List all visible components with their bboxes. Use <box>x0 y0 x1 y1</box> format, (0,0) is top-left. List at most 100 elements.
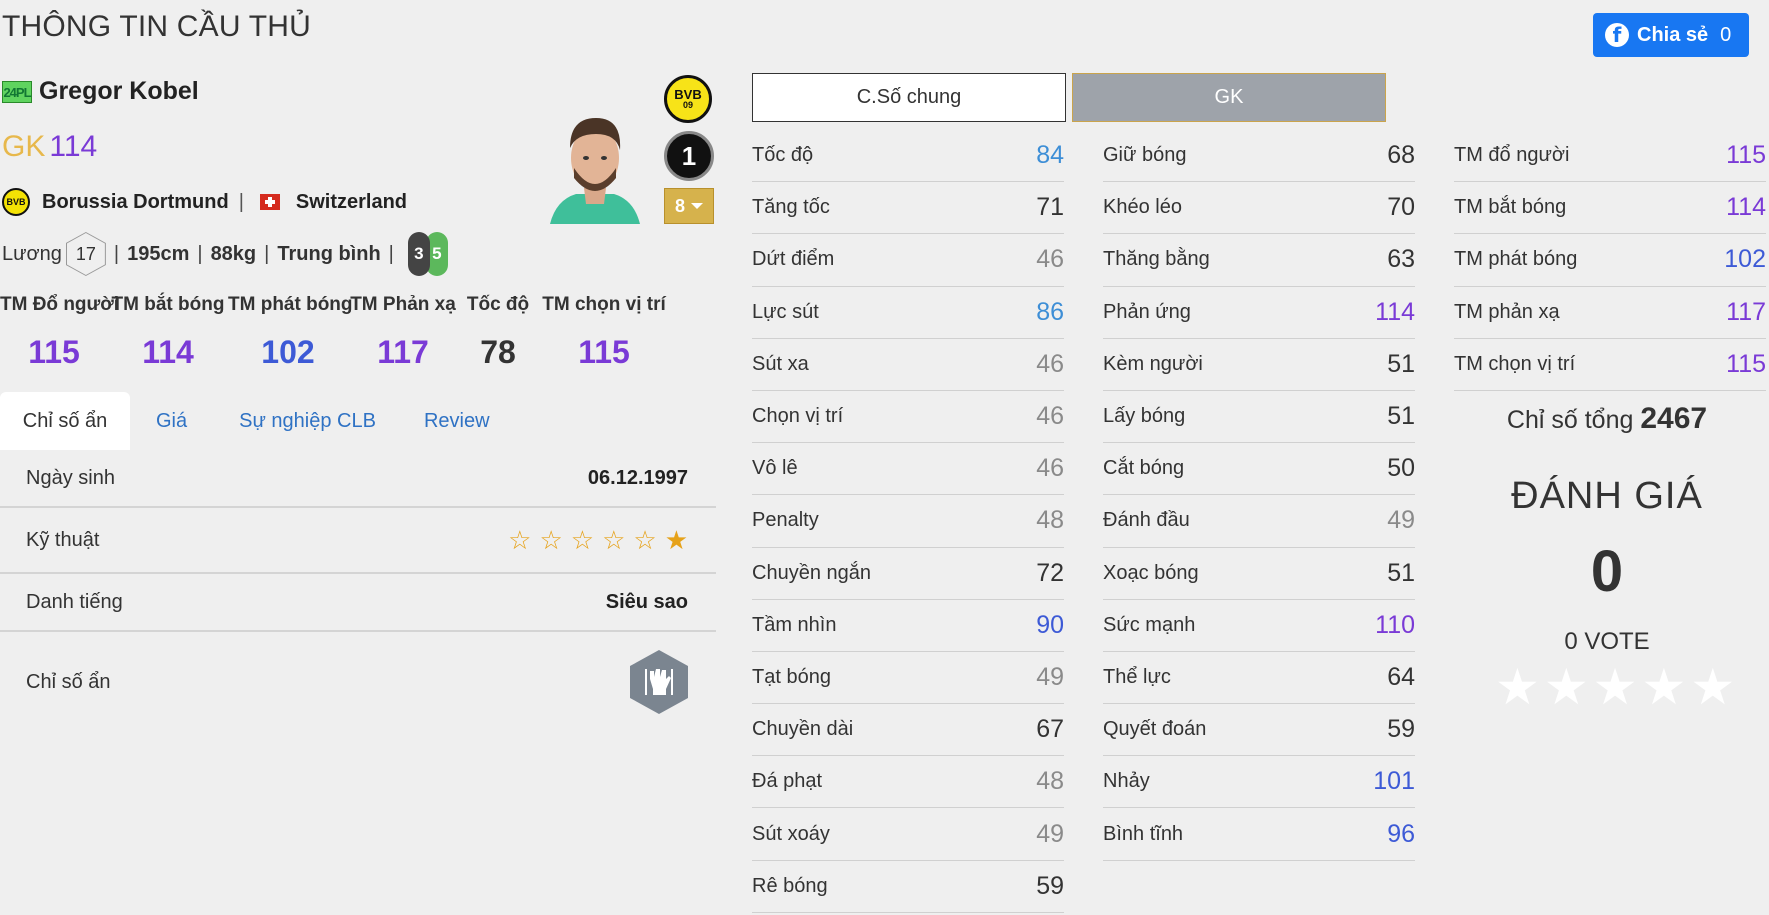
rating-title: ĐÁNH GIÁ <box>1511 475 1703 517</box>
stat-row: Dứt điểm 46 <box>752 234 1064 287</box>
tab-hidden-stats[interactable]: Chỉ số ẩn <box>0 392 130 450</box>
tab-common-stats[interactable]: C.Số chung <box>752 73 1066 122</box>
stat-row: Đánh đầu 49 <box>1103 495 1415 548</box>
vote-star-icon[interactable]: ★ <box>1544 662 1589 712</box>
total-stats: Chỉ số tổng 2467 <box>1452 402 1762 436</box>
fame-label: Danh tiếng <box>26 590 123 613</box>
stat-row: TM đổ người 115 <box>1454 130 1766 183</box>
tab-gk-stats[interactable]: GK <box>1072 73 1386 122</box>
stat-row: Tăng tốc 71 <box>752 182 1064 235</box>
salary-badge: 17 <box>65 232 106 276</box>
star-icon: ☆ <box>539 525 563 555</box>
stat-label: Penalty <box>752 509 819 532</box>
vote-star-icon[interactable]: ★ <box>1593 662 1638 712</box>
player-position: GK <box>2 130 46 163</box>
share-count: 0 <box>1720 23 1732 46</box>
key-stat-value: 117 <box>377 334 429 370</box>
stat-label: Chuyền ngắn <box>752 561 871 584</box>
stat-label: Nhảy <box>1103 770 1150 793</box>
stat-value: 51 <box>1387 402 1415 431</box>
key-stat-value: 102 <box>261 334 315 370</box>
stat-value: 50 <box>1387 454 1415 483</box>
key-stat: TM chọn vị trí 115 <box>538 294 670 371</box>
stat-label: Dứt điểm <box>752 248 835 271</box>
key-stat-value: 115 <box>28 334 80 370</box>
stat-row: Quyết đoán 59 <box>1103 704 1415 757</box>
stat-label: Tạt bóng <box>752 665 831 688</box>
stat-value: 51 <box>1387 558 1415 587</box>
stat-value: 49 <box>1387 506 1415 535</box>
vote-stars: ★ ★ ★ ★ ★ <box>1495 662 1735 712</box>
stat-value: 102 <box>1724 245 1766 274</box>
vote-star-icon[interactable]: ★ <box>1641 662 1686 712</box>
stat-value: 90 <box>1036 610 1064 639</box>
stat-row: Kèm người 51 <box>1103 339 1415 391</box>
stat-label: Đánh đầu <box>1103 509 1190 532</box>
skill-stars: ☆ ☆ ☆ ☆ ☆ ★ <box>508 527 688 553</box>
key-stat-label: TM bắt bóng <box>111 294 225 315</box>
stat-row: Sức mạnh 110 <box>1103 600 1415 652</box>
rating-value: 0 <box>1590 539 1624 604</box>
stat-row: Chuyền dài 67 <box>752 704 1064 757</box>
stat-value: 46 <box>1036 454 1064 483</box>
stat-label: Tốc độ <box>752 144 814 167</box>
nation-name[interactable]: Switzerland <box>296 191 407 214</box>
height: 195cm <box>127 242 190 265</box>
stat-row: Thăng bằng 63 <box>1103 234 1415 287</box>
separator: | <box>238 190 244 213</box>
stat-value: 71 <box>1036 193 1064 222</box>
upgrade-level-dropdown[interactable]: 8 <box>664 188 714 224</box>
stats-column-3: TM đổ người 115 TM bắt bóng 114 TM phát bóng… <box>1454 130 1766 391</box>
stat-value: 49 <box>1036 819 1064 848</box>
stat-label: Tăng tốc <box>752 196 830 219</box>
facebook-share-button[interactable]: f Chia sẻ 0 <box>1593 13 1749 57</box>
club-name[interactable]: Borussia Dortmund <box>42 191 229 214</box>
stat-label: Xoạc bóng <box>1103 561 1199 584</box>
fame-row: Danh tiếng Siêu sao <box>0 574 716 632</box>
facebook-icon: f <box>1605 23 1629 47</box>
stat-row: Tốc độ 84 <box>752 130 1064 183</box>
hidden-label: Chỉ số ẩn <box>26 670 111 693</box>
key-stat-value: 78 <box>480 334 516 370</box>
tab-price[interactable]: Giá <box>130 392 211 450</box>
stat-value: 96 <box>1387 819 1415 848</box>
stat-value: 68 <box>1387 141 1415 170</box>
star-icon: ☆ <box>633 525 657 555</box>
stat-label: TM bắt bóng <box>1454 196 1567 219</box>
key-stat-label: TM Phản xạ <box>350 294 456 315</box>
key-stat-value: 115 <box>578 334 630 370</box>
stat-label: Kèm người <box>1103 352 1203 375</box>
tab-club-career[interactable]: Sự nghiệp CLB <box>211 392 402 450</box>
stat-value: 72 <box>1036 558 1064 587</box>
stat-value: 101 <box>1373 767 1415 796</box>
key-stat: TM Phản xạ 117 <box>348 294 458 371</box>
season-badge: 24PL <box>2 81 32 103</box>
stat-label: Sức mạnh <box>1103 613 1196 636</box>
vote-star-icon[interactable]: ★ <box>1690 662 1735 712</box>
stat-label: Thể lực <box>1103 665 1171 688</box>
stat-value: 59 <box>1036 871 1064 900</box>
stat-value: 59 <box>1387 715 1415 744</box>
stat-row: Tạt bóng 49 <box>752 652 1064 705</box>
caret-down-icon <box>691 203 703 209</box>
stat-value: 63 <box>1387 245 1415 274</box>
stat-row: Lấy bóng 51 <box>1103 391 1415 444</box>
stat-row: Thể lực 64 <box>1103 652 1415 705</box>
key-stat-value: 114 <box>142 334 194 370</box>
stat-row: Nhảy 101 <box>1103 756 1415 809</box>
stat-value: 110 <box>1375 610 1415 639</box>
star-icon: ☆ <box>602 525 626 555</box>
tab-review[interactable]: Review <box>402 392 512 450</box>
stat-label: TM chọn vị trí <box>1454 352 1576 375</box>
stat-value: 46 <box>1036 402 1064 431</box>
key-stat-label: TM chọn vị trí <box>542 294 666 315</box>
goalkeeper-glove-icon[interactable] <box>630 650 688 714</box>
key-stat: TM Đổ người 115 <box>0 294 119 371</box>
player-ovr: 114 <box>49 130 98 163</box>
stat-row: Giữ bóng 68 <box>1103 130 1415 183</box>
stat-value: 117 <box>1726 297 1766 326</box>
stat-row: TM phát bóng 102 <box>1454 234 1766 287</box>
stat-label: Rê bóng <box>752 874 828 897</box>
vote-star-icon[interactable]: ★ <box>1495 662 1540 712</box>
jersey-number-badge: 1 <box>664 131 714 181</box>
